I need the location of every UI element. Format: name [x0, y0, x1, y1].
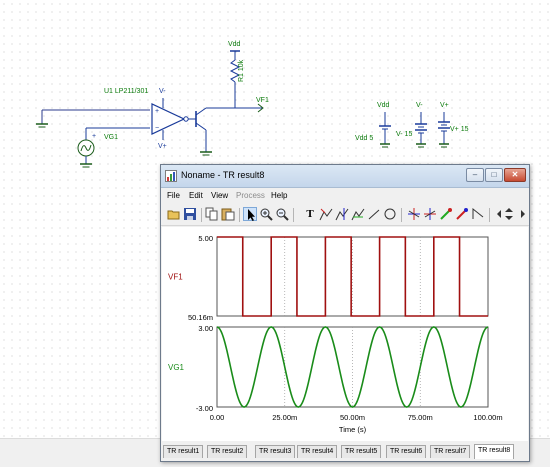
- tr-result-window[interactable]: Noname - TR result8 – □ ✕ File Edit View…: [160, 164, 530, 462]
- opamp-vminus-label: V-: [159, 88, 166, 95]
- maximize-button[interactable]: □: [485, 168, 503, 182]
- y-tick-label: 3.00: [198, 324, 213, 333]
- resistor-label: R1 10k: [238, 59, 245, 82]
- menu-edit[interactable]: Edit: [189, 191, 203, 200]
- svg-text:+: +: [155, 108, 159, 115]
- tab-result7[interactable]: TR result7: [430, 445, 471, 458]
- curve-icon[interactable]: [471, 207, 485, 221]
- toolbar-separator: [201, 208, 202, 222]
- text-tool-icon[interactable]: T: [303, 207, 317, 221]
- circle-icon[interactable]: [383, 207, 397, 221]
- pointer-icon[interactable]: [243, 207, 257, 221]
- marker-icon[interactable]: [407, 207, 421, 221]
- cursor-c-icon[interactable]: [351, 207, 365, 221]
- generator-plus-icon: +: [92, 133, 96, 140]
- vdd-label: Vdd: [228, 41, 241, 48]
- y-axis-label: VF1: [168, 273, 183, 282]
- battery-vplus[interactable]: [438, 112, 450, 148]
- ground-symbol-transistor: [200, 151, 212, 156]
- toolbar-separator: [401, 208, 402, 222]
- x-axis-label: Time (s): [339, 425, 367, 434]
- opamp-symbol[interactable]: + −: [151, 103, 189, 135]
- arrow-left-icon[interactable]: [492, 207, 502, 221]
- signal-generator-symbol[interactable]: [77, 139, 95, 157]
- line-icon[interactable]: [367, 207, 381, 221]
- ground-symbol-left: [36, 123, 48, 128]
- tab-result2[interactable]: TR result2: [207, 445, 248, 458]
- supply-vminus-top: V-: [416, 102, 423, 109]
- transistor-symbol[interactable]: [188, 107, 235, 152]
- y-tick-label: 50.16m: [188, 313, 213, 322]
- tab-result8[interactable]: TR result8: [474, 444, 515, 459]
- pen-icon[interactable]: [439, 207, 453, 221]
- menu-bar: File Edit View Process Help: [161, 188, 529, 204]
- copy-icon[interactable]: [205, 207, 219, 221]
- window-titlebar[interactable]: Noname - TR result8 – □ ✕: [161, 165, 529, 188]
- window-title: Noname - TR result8: [181, 170, 265, 180]
- toolbar: T: [161, 205, 529, 226]
- x-tick-label: 75.00m: [408, 413, 433, 422]
- supply-vdd-top: Vdd: [377, 102, 390, 109]
- battery-vminus[interactable]: [415, 112, 427, 148]
- opamp-vplus-label: V+: [158, 143, 167, 150]
- close-button[interactable]: ✕: [504, 168, 526, 182]
- save-icon[interactable]: [183, 207, 197, 221]
- supply-vdd-value: Vdd 5: [355, 135, 373, 142]
- menu-help[interactable]: Help: [271, 191, 287, 200]
- cursor-a-icon[interactable]: [319, 207, 333, 221]
- x-tick-label: 25.00m: [272, 413, 297, 422]
- y-tick-label: 5.00: [198, 234, 213, 243]
- app-icon: [165, 170, 177, 182]
- arrows-ud-icon[interactable]: [502, 207, 516, 221]
- chart-svg: 5.00 50.16m VF1 3.00 -3.00 VG1 0.00 25.00m 50.00…: [168, 234, 503, 434]
- battery-vdd[interactable]: [379, 112, 391, 148]
- toolbar-separator: [293, 208, 294, 222]
- svg-text:−: −: [155, 125, 159, 132]
- plot-area[interactable]: 5.00 50.16m VF1 3.00 -3.00 VG1 0.00 25.00m 50.00…: [162, 227, 528, 441]
- cursor-b-icon[interactable]: [335, 207, 349, 221]
- tab-result4[interactable]: TR result4: [297, 445, 338, 458]
- supply-vplus-value: V+ 15: [450, 126, 469, 133]
- result-tabs: TR result1 TR result2 TR result3 TR result4…: [163, 444, 527, 460]
- generator-label: VG1: [104, 134, 118, 141]
- paste-icon[interactable]: [221, 207, 235, 221]
- supply-vminus-value: V- 15: [396, 131, 412, 138]
- toolbar-separator: [239, 208, 240, 222]
- zoom-out-icon[interactable]: [275, 207, 289, 221]
- output-label: VF1: [256, 97, 269, 104]
- tab-result3[interactable]: TR result3: [255, 445, 296, 458]
- zoom-in-icon[interactable]: [259, 207, 273, 221]
- x-tick-label: 50.00m: [340, 413, 365, 422]
- supply-vplus-top: V+: [440, 102, 449, 109]
- ground-symbol-generator: [80, 163, 92, 168]
- tab-result1[interactable]: TR result1: [163, 445, 204, 458]
- opamp-label: U1 LP211/301: [104, 88, 148, 95]
- menu-view[interactable]: View: [211, 191, 228, 200]
- y-axis-label: VG1: [168, 363, 185, 372]
- tab-result5[interactable]: TR result5: [341, 445, 382, 458]
- x-tick-label: 100.00m: [473, 413, 502, 422]
- pen2-icon[interactable]: [455, 207, 469, 221]
- y-tick-label: -3.00: [196, 404, 213, 413]
- minimize-button[interactable]: –: [466, 168, 484, 182]
- open-icon[interactable]: [167, 207, 181, 221]
- toolbar-separator: [489, 208, 490, 222]
- menu-process[interactable]: Process: [236, 191, 265, 200]
- arrow-right-icon[interactable]: [516, 207, 526, 221]
- x-tick-label: 0.00: [210, 413, 225, 422]
- marker2-icon[interactable]: [423, 207, 437, 221]
- tab-result6[interactable]: TR result6: [386, 445, 427, 458]
- menu-file[interactable]: File: [167, 191, 180, 200]
